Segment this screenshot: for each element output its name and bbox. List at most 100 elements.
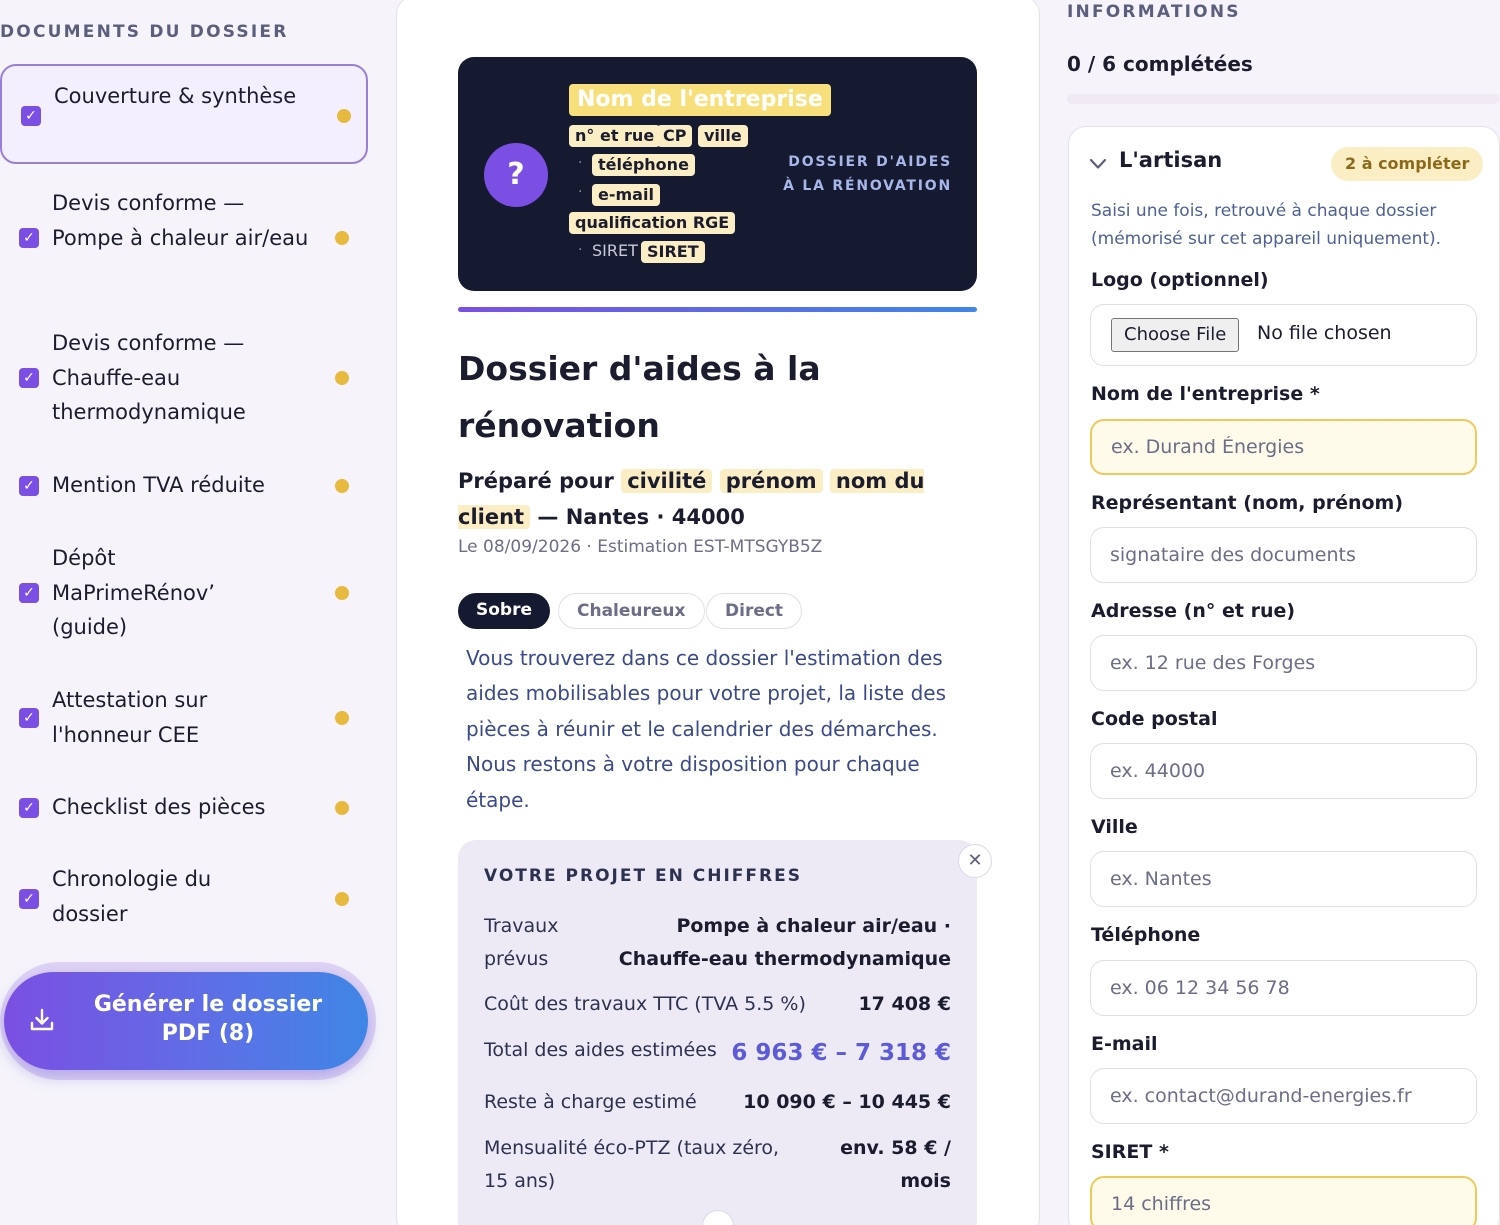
email-label: E-mail xyxy=(1091,1033,1158,1055)
pending-dot-icon xyxy=(337,109,351,123)
siret-chip: SIRET xyxy=(641,241,705,263)
postal-code-chip: CP xyxy=(657,125,693,147)
postal-code-label: Code postal xyxy=(1091,708,1218,730)
add-row-icon[interactable] xyxy=(702,1210,734,1225)
doc-item-label: Dépôt MaPrimeRénov’ (guide) xyxy=(52,546,215,639)
checkbox-checked-icon[interactable]: ✓ xyxy=(19,708,39,728)
siret-label: SIRET * xyxy=(1091,1141,1169,1163)
prepared-for-label: Préparé pour xyxy=(458,469,614,493)
phone-chip: téléphone xyxy=(592,154,695,176)
tone-chaleureux-button[interactable]: Chaleureux xyxy=(558,593,705,629)
artisan-section-title[interactable]: L'artisan xyxy=(1119,148,1222,172)
doc-item-devis-cet[interactable]: ✓ Devis conforme — Chauffe-eau thermodyn… xyxy=(0,326,368,430)
figure-key: Travaux prévus xyxy=(484,915,559,970)
figure-row-ptz: Mensualité éco-PTZ (taux zéro, 15 ans) e… xyxy=(484,1132,951,1198)
figure-key: Coût des travaux TTC (TVA 5.5 %) xyxy=(484,993,806,1015)
to-complete-badge: 2 à compléter xyxy=(1331,147,1484,181)
figure-row-reste: Reste à charge estimé 10 090 € – 10 445 … xyxy=(484,1086,951,1119)
city-label: Ville xyxy=(1091,816,1138,838)
company-name-label: Nom de l'entreprise * xyxy=(1091,383,1320,405)
representative-label: Représentant (nom, prénom) xyxy=(1091,492,1404,514)
city-chip: ville xyxy=(698,125,748,147)
doc-item-maprimerenov[interactable]: ✓ Dépôt MaPrimeRénov’ (guide) xyxy=(0,541,368,645)
generate-pdf-button[interactable]: Générer le dossier PDF (8) xyxy=(4,972,368,1070)
checkbox-checked-icon[interactable]: ✓ xyxy=(19,889,39,909)
info-section-title: INFORMATIONS xyxy=(1067,2,1241,22)
checkbox-checked-icon[interactable]: ✓ xyxy=(21,106,41,126)
pending-dot-icon xyxy=(335,586,349,600)
logo-placeholder-icon: ? xyxy=(484,143,548,207)
choose-file-button[interactable]: Choose File xyxy=(1111,318,1240,352)
figure-value: env. 58 € / mois xyxy=(840,1137,951,1192)
doc-item-label: Devis conforme — Chauffe-eau thermodynam… xyxy=(52,331,246,424)
figure-key: Total des aides estimées xyxy=(484,1039,717,1061)
pending-dot-icon xyxy=(335,479,349,493)
figure-value: 10 090 € – 10 445 € xyxy=(743,1091,951,1113)
doc-item-devis-pac[interactable]: ✓ Devis conforme — Pompe à chaleur air/e… xyxy=(0,186,368,290)
tone-direct-button[interactable]: Direct xyxy=(706,593,803,629)
documents-sidebar: DOCUMENTS DU DOSSIER ✓ Couverture & synt… xyxy=(0,0,380,1225)
bullet: · xyxy=(578,184,583,200)
completion-count: 0 / 6 complétées xyxy=(1067,52,1253,76)
address-input[interactable] xyxy=(1090,635,1477,691)
doc-item-label: Chronologie du dossier xyxy=(52,867,212,926)
doc-item-label: Attestation sur l'honneur CEE xyxy=(52,688,208,747)
artisan-help-text: Saisi une fois, retrouvé à chaque dossie… xyxy=(1091,201,1442,249)
checkbox-checked-icon[interactable]: ✓ xyxy=(19,798,39,818)
pending-dot-icon xyxy=(335,231,349,245)
doc-item-tva[interactable]: ✓ Mention TVA réduite xyxy=(0,468,368,504)
email-input[interactable] xyxy=(1090,1068,1477,1124)
doc-item-couverture[interactable]: ✓ Couverture & synthèse xyxy=(0,64,368,164)
siret-label: SIRET xyxy=(592,241,638,260)
checkbox-checked-icon[interactable]: ✓ xyxy=(19,583,39,603)
doc-item-attestation-cee[interactable]: ✓ Attestation sur l'honneur CEE xyxy=(0,683,368,753)
phone-input[interactable] xyxy=(1090,960,1477,1016)
representative-input[interactable] xyxy=(1090,527,1477,583)
checkbox-checked-icon[interactable]: ✓ xyxy=(19,476,39,496)
download-icon xyxy=(30,1008,54,1031)
figure-row-aides: Total des aides estimées 6 963 € – 7 318… xyxy=(484,1034,951,1074)
completion-progress-bar xyxy=(1067,94,1500,104)
dossier-kicker-line2: À LA RÉNOVATION xyxy=(783,178,952,194)
firstname-chip: prénom xyxy=(719,469,823,493)
company-name-chip: Nom de l'entreprise xyxy=(569,84,831,116)
address-chip: n° et rue xyxy=(569,125,661,147)
pending-dot-icon xyxy=(335,801,349,815)
doc-item-checklist[interactable]: ✓ Checklist des pièces xyxy=(0,790,368,826)
document-title: Dossier d'aides à la rénovation xyxy=(458,349,821,445)
city-input[interactable] xyxy=(1090,851,1477,907)
checkbox-checked-icon[interactable]: ✓ xyxy=(19,368,39,388)
figure-row-cout: Coût des travaux TTC (TVA 5.5 %) 17 408 … xyxy=(484,988,951,1021)
close-icon[interactable]: ✕ xyxy=(958,844,992,878)
generate-button-halo: Générer le dossier PDF (8) xyxy=(0,962,376,1080)
figure-value: Pompe à chaleur air/eau · Chauffe-eau th… xyxy=(618,915,951,970)
civility-chip: civilité xyxy=(621,469,713,493)
doc-item-chronologie[interactable]: ✓ Chronologie du dossier xyxy=(0,862,368,932)
client-location: — Nantes · 44000 xyxy=(537,505,745,529)
doc-item-label: Devis conforme — Pompe à chaleur air/eau xyxy=(52,191,309,250)
accent-divider xyxy=(458,307,977,312)
siret-input[interactable] xyxy=(1090,1176,1477,1225)
documents-section-title: DOCUMENTS DU DOSSIER xyxy=(0,22,289,42)
checkbox-checked-icon[interactable]: ✓ xyxy=(19,228,39,248)
figure-row-travaux: Travaux prévus Pompe à chaleur air/eau ·… xyxy=(484,910,951,976)
bullet: · xyxy=(578,242,583,258)
rge-chip: qualification RGE xyxy=(569,212,736,234)
figure-value-highlight: 6 963 € – 7 318 € xyxy=(731,1040,951,1066)
postal-code-input[interactable] xyxy=(1090,743,1477,799)
pending-dot-icon xyxy=(335,371,349,385)
company-name-input[interactable] xyxy=(1090,419,1477,475)
logo-label: Logo (optionnel) xyxy=(1091,269,1269,291)
chevron-down-icon[interactable] xyxy=(1089,158,1107,170)
doc-item-label: Checklist des pièces xyxy=(52,795,266,819)
artisan-form-card: L'artisan 2 à compléter Saisi une fois, … xyxy=(1068,126,1500,1225)
generate-pdf-label: Générer le dossier PDF (8) xyxy=(93,992,323,1046)
figure-key: Mensualité éco-PTZ (taux zéro, 15 ans) xyxy=(484,1137,780,1192)
doc-item-label: Mention TVA réduite xyxy=(52,473,265,497)
bullet: · xyxy=(578,155,583,171)
pending-dot-icon xyxy=(335,892,349,906)
doc-item-label: Couverture & synthèse xyxy=(54,84,297,108)
intro-paragraph[interactable]: Vous trouverez dans ce dossier l'estimat… xyxy=(466,641,966,818)
tone-sobre-button[interactable]: Sobre xyxy=(458,593,551,629)
dossier-kicker-line1: DOSSIER D'AIDES xyxy=(788,154,952,170)
